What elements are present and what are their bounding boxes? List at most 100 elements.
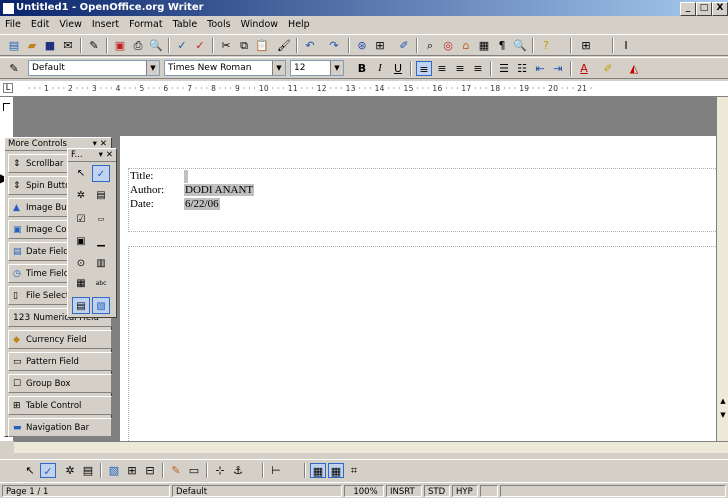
undo-icon[interactable]: ↶ bbox=[302, 38, 318, 53]
menu-format[interactable]: Format bbox=[124, 17, 167, 33]
horizontal-ruler[interactable]: L · · · 1 · · · 2 · · · 3 · · · 4 · · · … bbox=[0, 81, 728, 97]
open-design-mode-icon[interactable]: ✎ bbox=[168, 463, 184, 478]
title-value[interactable] bbox=[184, 170, 188, 183]
email-icon[interactable]: ✉ bbox=[60, 38, 76, 53]
spellcheck-icon[interactable]: ✓ bbox=[174, 38, 190, 53]
control-properties-icon[interactable]: ✲ bbox=[62, 463, 78, 478]
chevron-down-icon[interactable]: ▼ bbox=[272, 61, 285, 75]
align-center-icon[interactable]: ≡ bbox=[434, 61, 450, 76]
show-draw-functions-icon[interactable]: ✐ bbox=[396, 38, 412, 53]
list-box-icon[interactable]: ▁ bbox=[92, 233, 110, 250]
close-button[interactable]: X bbox=[712, 2, 728, 16]
page-style-indicator[interactable]: Default bbox=[172, 485, 342, 497]
push-button-icon[interactable]: ▣ bbox=[72, 233, 90, 250]
cursor-icon[interactable]: I bbox=[618, 38, 634, 53]
anchor-icon[interactable]: ⚓ bbox=[230, 463, 246, 478]
gallery-icon[interactable]: ⌂ bbox=[458, 38, 474, 53]
form-controls-titlebar[interactable]: F... ▾ ✕ bbox=[68, 149, 116, 162]
table-icon[interactable]: ⊞ bbox=[372, 38, 388, 53]
cut-icon[interactable]: ✂ bbox=[218, 38, 234, 53]
maximize-button[interactable]: □ bbox=[696, 2, 712, 16]
control-navigation-bar[interactable]: ▬ Navigation Bar bbox=[8, 418, 112, 437]
redo-icon[interactable]: ↷ bbox=[326, 38, 342, 53]
label-field-icon[interactable]: ▦ bbox=[72, 275, 90, 292]
control-properties-icon[interactable]: ✲ bbox=[72, 187, 90, 204]
decrease-indent-icon[interactable]: ⇤ bbox=[532, 61, 548, 76]
paragraph-style-combo[interactable]: Default ▼ bbox=[28, 60, 160, 76]
open-icon[interactable]: ▰ bbox=[24, 38, 40, 53]
display-grid-icon[interactable]: ▦ bbox=[310, 463, 326, 478]
new-document-icon[interactable]: ▤ bbox=[6, 38, 22, 53]
zoom-indicator[interactable]: 100% bbox=[344, 485, 384, 497]
combo-box-icon[interactable]: ▥ bbox=[92, 255, 110, 272]
data-sources-icon[interactable]: ▦ bbox=[476, 38, 492, 53]
align-icon[interactable]: ⊢ bbox=[268, 463, 284, 478]
increase-indent-icon[interactable]: ⇥ bbox=[550, 61, 566, 76]
position-size-icon[interactable]: ⊹ bbox=[212, 463, 228, 478]
snap-to-grid-icon[interactable]: ▦ bbox=[328, 463, 344, 478]
navigator-icon[interactable]: ◎ bbox=[440, 38, 456, 53]
formatted-field-icon[interactable]: abc bbox=[92, 275, 110, 292]
styles-formatting-icon[interactable]: ✎ bbox=[6, 61, 22, 76]
font-color-icon[interactable]: A bbox=[576, 61, 592, 76]
automatic-control-focus-icon[interactable]: ▭ bbox=[186, 463, 202, 478]
vertical-scrollbar[interactable]: ▲ ▼ bbox=[716, 97, 728, 441]
hyperlink-mode-indicator[interactable]: HYP bbox=[452, 485, 478, 497]
select-icon[interactable]: ↖ bbox=[22, 463, 38, 478]
nonprinting-characters-icon[interactable]: ¶ bbox=[494, 38, 510, 53]
minimize-button[interactable]: _ bbox=[680, 2, 696, 16]
export-pdf-icon[interactable]: ▣ bbox=[112, 38, 128, 53]
find-replace-icon[interactable]: ⌕ bbox=[422, 38, 438, 53]
numbering-icon[interactable]: ☰ bbox=[496, 61, 512, 76]
menu-insert[interactable]: Insert bbox=[87, 17, 124, 33]
insert-mode-indicator[interactable]: INSRT bbox=[386, 485, 422, 497]
design-mode-icon[interactable]: ✓ bbox=[40, 463, 56, 478]
more-controls-icon[interactable]: ▤ bbox=[72, 297, 90, 314]
horizontal-scrollbar[interactable] bbox=[14, 441, 728, 453]
control-currency-field[interactable]: ◆ Currency Field bbox=[8, 330, 112, 349]
design-mode-icon[interactable]: ✓ bbox=[92, 165, 110, 182]
help-icon[interactable]: ? bbox=[538, 38, 554, 53]
bullets-icon[interactable]: ☷ bbox=[514, 61, 530, 76]
control-group-box[interactable]: ☐ Group Box bbox=[8, 374, 112, 393]
justify-icon[interactable]: ≡ bbox=[470, 61, 486, 76]
italic-icon[interactable]: I bbox=[372, 61, 388, 76]
close-icon[interactable]: ▾ ✕ bbox=[99, 149, 113, 161]
helplines-icon[interactable]: ⌗ bbox=[346, 463, 362, 478]
font-size-combo[interactable]: 12 ▼ bbox=[290, 60, 344, 76]
form-navigator-icon[interactable]: ▧ bbox=[106, 463, 122, 478]
checkbox-icon[interactable]: ☑ bbox=[72, 211, 90, 228]
select-icon[interactable]: ↖ bbox=[72, 165, 90, 182]
zoom-icon[interactable]: 🔍 bbox=[512, 38, 528, 53]
page-preview-icon[interactable]: 🔍 bbox=[148, 38, 164, 53]
table-toolbar-icon[interactable]: ⊞ bbox=[578, 38, 594, 53]
menu-table[interactable]: Table bbox=[168, 17, 203, 33]
menu-tools[interactable]: Tools bbox=[202, 17, 235, 33]
highlighting-icon[interactable]: ✐ bbox=[600, 61, 616, 76]
chevron-down-icon[interactable]: ▼ bbox=[330, 61, 343, 75]
edit-file-icon[interactable]: ✎ bbox=[86, 38, 102, 53]
scroll-up-icon[interactable]: ▲ bbox=[718, 397, 728, 409]
scroll-down-icon[interactable]: ▼ bbox=[718, 411, 728, 423]
option-button-icon[interactable]: ⊙ bbox=[72, 255, 90, 272]
format-paintbrush-icon[interactable]: 🖌 bbox=[276, 38, 292, 53]
print-icon[interactable]: ⎙ bbox=[130, 38, 146, 53]
copy-icon[interactable]: ⧉ bbox=[236, 38, 252, 53]
align-right-icon[interactable]: ≡ bbox=[452, 61, 468, 76]
save-icon[interactable]: ■ bbox=[42, 38, 58, 53]
font-name-combo[interactable]: Times New Roman ▼ bbox=[164, 60, 286, 76]
tab-stop-icon[interactable]: L bbox=[3, 83, 13, 93]
background-color-icon[interactable]: ◭ bbox=[626, 61, 642, 76]
add-field-icon[interactable]: ⊟ bbox=[142, 463, 158, 478]
menu-window[interactable]: Window bbox=[236, 17, 283, 33]
chevron-down-icon[interactable]: ▼ bbox=[146, 61, 159, 75]
form-navigator-icon[interactable]: ▧ bbox=[92, 297, 110, 314]
control-pattern-field[interactable]: ▭ Pattern Field bbox=[8, 352, 112, 371]
underline-icon[interactable]: U bbox=[390, 61, 406, 76]
control-table-control[interactable]: ⊞ Table Control bbox=[8, 396, 112, 415]
menu-help[interactable]: Help bbox=[283, 17, 315, 33]
date-value[interactable]: 6/22/06 bbox=[184, 198, 220, 210]
form-design-icon[interactable]: ▤ bbox=[92, 187, 110, 204]
form-properties-icon[interactable]: ▤ bbox=[80, 463, 96, 478]
menu-file[interactable]: File bbox=[0, 17, 26, 33]
